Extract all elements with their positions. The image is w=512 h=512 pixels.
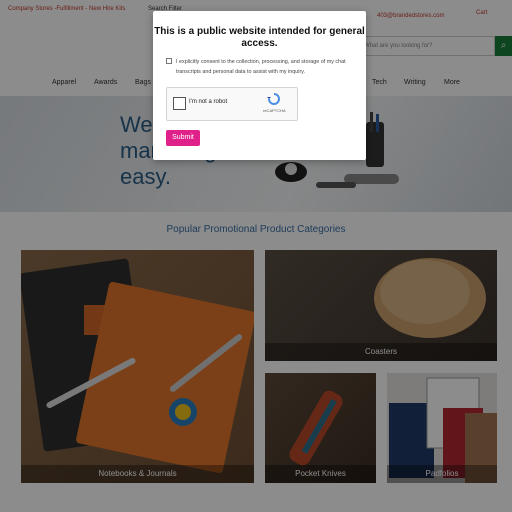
recaptcha-brand: reCAPTCHA <box>263 108 286 113</box>
submit-button[interactable]: Submit <box>166 130 200 146</box>
recaptcha-label: I'm not a robot <box>189 99 228 105</box>
consent-checkbox[interactable] <box>166 58 172 64</box>
consent-row: I explicitly consent to the collection, … <box>166 57 356 81</box>
modal-title: This is a public website intended for ge… <box>154 26 365 49</box>
recaptcha-widget: I'm not a robot reCAPTCHA <box>166 87 298 121</box>
recaptcha-checkbox[interactable] <box>173 97 186 110</box>
consent-text: I explicitly consent to the collection, … <box>176 59 346 75</box>
recaptcha-logo-icon <box>267 93 280 105</box>
consent-modal: This is a public website intended for ge… <box>153 11 366 160</box>
